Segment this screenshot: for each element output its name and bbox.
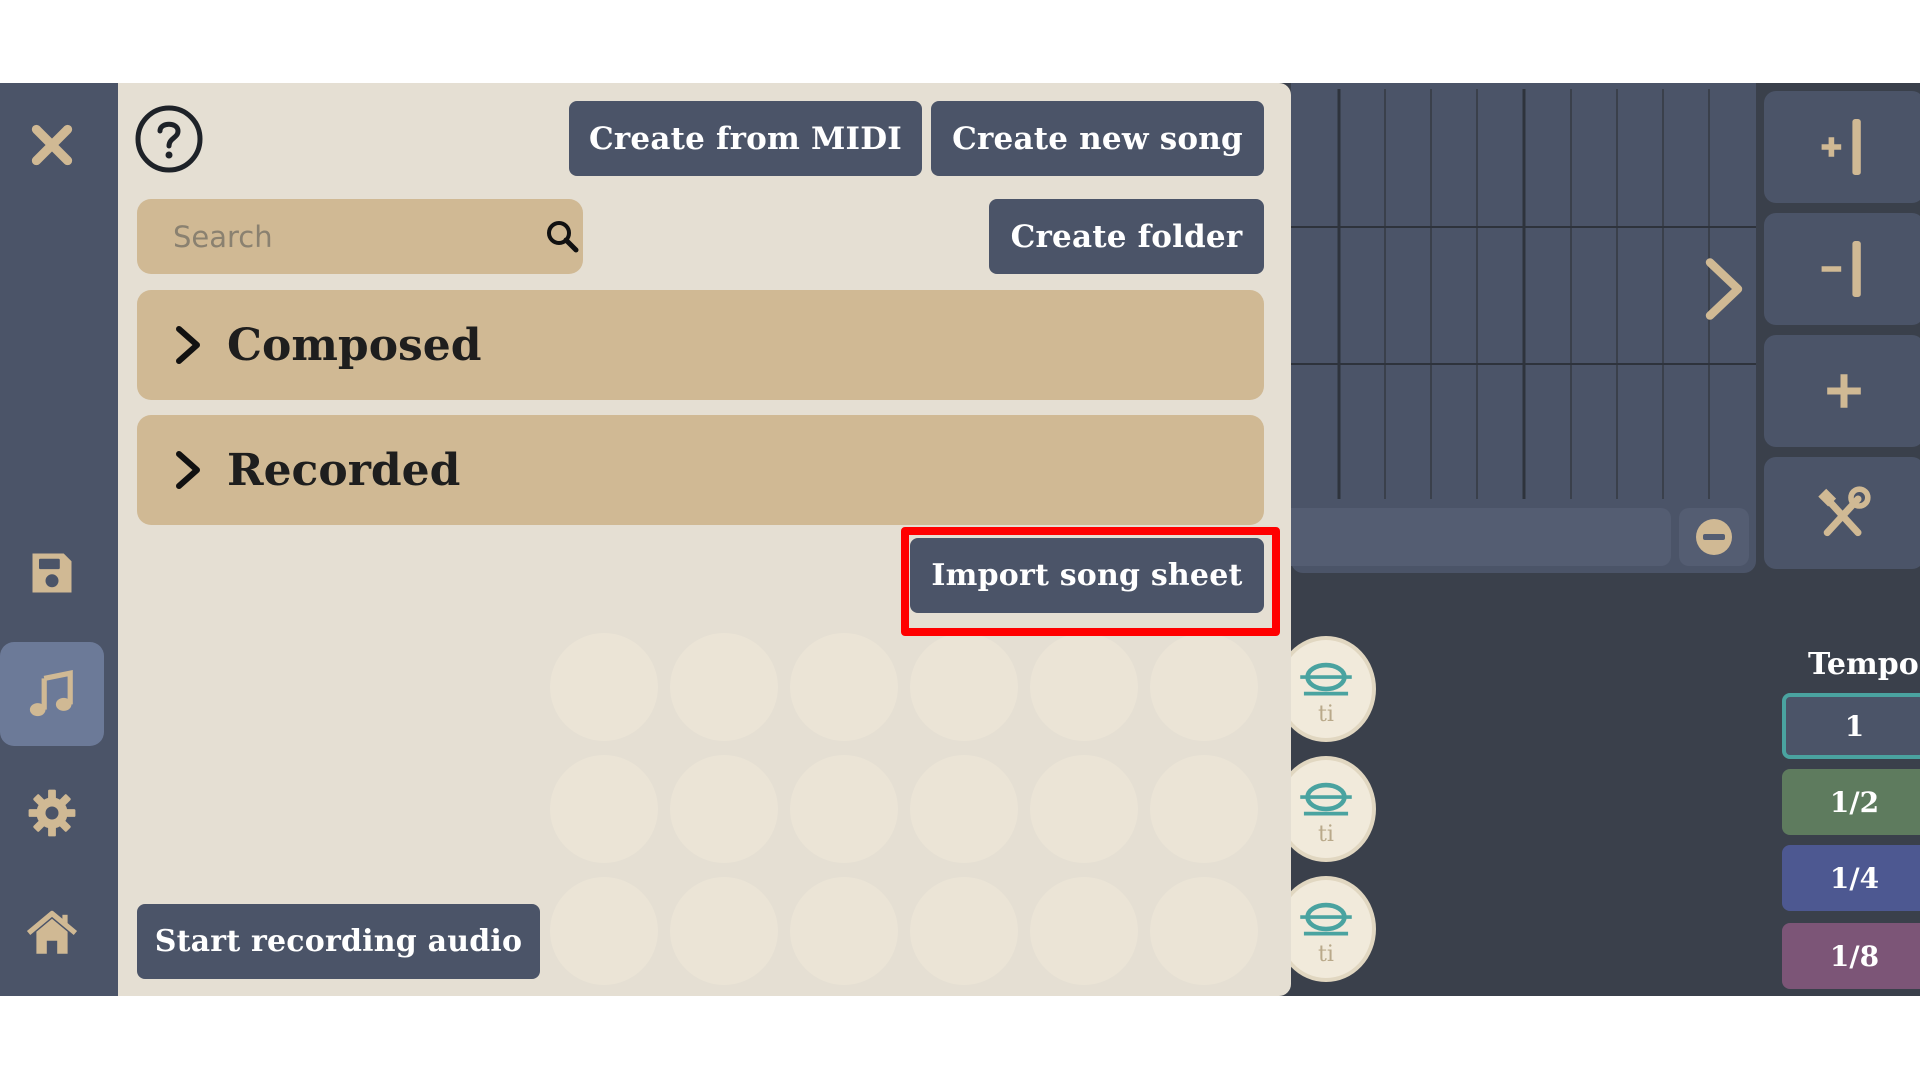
keyboard-ghost	[910, 877, 1018, 985]
keyboard-ghost	[790, 755, 898, 863]
tempo-option-1[interactable]: 1	[1782, 693, 1920, 759]
svg-text:ti: ti	[1318, 702, 1334, 727]
close-menu-button[interactable]	[0, 93, 104, 197]
note-button[interactable]: ti	[1276, 636, 1376, 742]
keyboard-ghost	[910, 755, 1018, 863]
help-icon[interactable]	[135, 105, 203, 173]
note-symbol-icon: ti	[1300, 782, 1352, 847]
keyboard-ghost	[790, 633, 898, 741]
remove-column-icon	[1821, 241, 1861, 297]
add-column-button[interactable]	[1764, 91, 1920, 203]
chevron-right-icon[interactable]	[1696, 253, 1752, 325]
svg-text:ti: ti	[1318, 822, 1334, 847]
note-button[interactable]: ti	[1276, 756, 1376, 862]
create-from-midi-button[interactable]: Create from MIDI	[569, 101, 922, 176]
note-grid[interactable]	[1291, 89, 1756, 499]
keyboard-ghost	[670, 755, 778, 863]
search-icon[interactable]	[545, 219, 579, 253]
note-symbol-icon: ti	[1300, 662, 1352, 727]
save-button[interactable]	[0, 521, 104, 625]
left-sidebar	[0, 83, 118, 996]
timeline-scrollbar[interactable]	[1291, 508, 1671, 566]
home-icon	[26, 910, 78, 954]
folder-label: Recorded	[227, 444, 461, 496]
create-folder-button[interactable]: Create folder	[989, 199, 1264, 274]
create-new-song-button[interactable]: Create new song	[931, 101, 1264, 176]
folder-recorded[interactable]: Recorded	[137, 415, 1264, 525]
settings-button[interactable]	[0, 761, 104, 865]
gear-icon	[28, 789, 76, 837]
keyboard-ghost	[550, 877, 658, 985]
save-icon	[32, 553, 72, 593]
tempo-option-1-2[interactable]: 1/2	[1782, 769, 1920, 835]
add-button[interactable]	[1764, 335, 1920, 447]
note-button[interactable]: ti	[1276, 876, 1376, 982]
highlight-box	[901, 527, 1280, 636]
keyboard-ghost	[1150, 877, 1258, 985]
keyboard-ghost	[670, 633, 778, 741]
keyboard-ghost	[910, 633, 1018, 741]
keyboard-ghost	[1030, 755, 1138, 863]
add-column-icon	[1821, 119, 1861, 175]
keyboard-ghost	[1150, 755, 1258, 863]
keyboard-ghost	[550, 633, 658, 741]
minus-circle-icon	[1696, 519, 1732, 555]
tools-icon	[1818, 486, 1871, 537]
tempo-label: Tempo	[1808, 647, 1919, 682]
search-input[interactable]	[155, 199, 515, 274]
composer-canvas[interactable]	[1291, 83, 1756, 573]
plus-icon	[1827, 374, 1861, 408]
chevron-right-icon	[176, 326, 200, 364]
music-note-icon	[29, 670, 73, 717]
tempo-option-1-8[interactable]: 1/8	[1782, 923, 1920, 989]
keyboard-ghost	[790, 877, 898, 985]
note-symbol-icon: ti	[1300, 902, 1352, 967]
keyboard-ghost	[1150, 633, 1258, 741]
folder-label: Composed	[227, 319, 482, 371]
remove-button[interactable]	[1679, 508, 1749, 566]
composer-app: ti ti ti Tempo 1 1/2 1/4 1/8 Create from…	[0, 83, 1920, 996]
tools-button[interactable]	[1764, 457, 1920, 569]
tempo-option-1-4[interactable]: 1/4	[1782, 845, 1920, 911]
keyboard-ghost	[550, 755, 658, 863]
svg-text:ti: ti	[1318, 942, 1334, 967]
home-button[interactable]	[0, 881, 104, 985]
search-box	[137, 199, 583, 274]
keyboard-ghost	[1030, 633, 1138, 741]
keyboard-ghost	[670, 877, 778, 985]
keyboard-ghost	[1030, 877, 1138, 985]
start-recording-audio-button[interactable]: Start recording audio	[137, 904, 540, 979]
songs-menu-button[interactable]	[0, 642, 104, 746]
remove-column-button[interactable]	[1764, 213, 1920, 325]
close-icon	[31, 124, 73, 166]
folder-composed[interactable]: Composed	[137, 290, 1264, 400]
chevron-right-icon	[176, 451, 200, 489]
songs-menu-panel: Create from MIDI Create new song Create …	[118, 83, 1291, 996]
